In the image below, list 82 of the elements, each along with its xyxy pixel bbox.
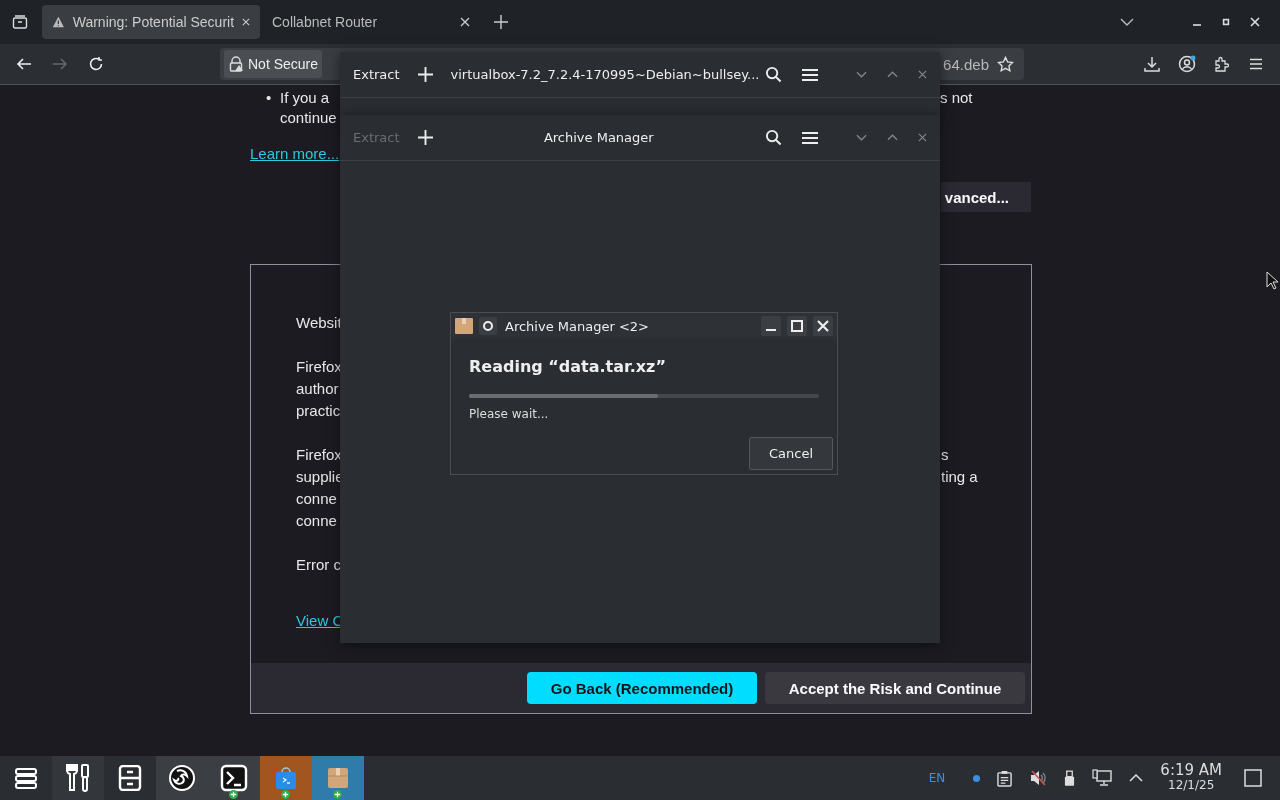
chevron-down-icon[interactable]: [1120, 18, 1134, 26]
browser-tab[interactable]: Collabnet Router: [262, 5, 480, 39]
menu-icon: [14, 766, 38, 790]
warning-icon: [52, 14, 65, 30]
maximize-icon[interactable]: [1222, 18, 1230, 26]
lock-warning-icon: [228, 56, 244, 72]
close-icon[interactable]: [242, 17, 250, 27]
package-icon: [455, 317, 473, 335]
chevron-down-icon[interactable]: [856, 71, 867, 78]
dialog-heading: Reading “data.tar.xz”: [469, 357, 667, 376]
accept-risk-button[interactable]: Accept the Risk and Continue: [765, 672, 1025, 704]
back-icon[interactable]: [16, 56, 32, 72]
body-text: s: [941, 445, 949, 463]
body-text: conne: [296, 489, 337, 507]
window-title: Archive Manager: [542, 130, 655, 145]
body-text: Firefox: [296, 445, 342, 463]
security-label: Not Secure: [248, 56, 319, 72]
status-text: Please wait...: [469, 407, 550, 421]
window-title: virtualbox-7.2_7.2.4-170995~Debian~bullsey...: [450, 67, 761, 82]
taskbar-app[interactable]: [208, 756, 260, 800]
minimize-icon[interactable]: [761, 316, 781, 336]
body-text: s not: [940, 88, 973, 106]
menu-icon[interactable]: [1248, 56, 1264, 72]
clipboard-icon[interactable]: [997, 769, 1013, 787]
plus-badge-icon: [333, 790, 342, 799]
tab-list-icon[interactable]: [12, 14, 28, 30]
advanced-button[interactable]: vanced...: [941, 182, 1031, 212]
mouse-pointer-icon: [1266, 271, 1278, 290]
close-icon[interactable]: [460, 17, 470, 27]
usb-drive-icon[interactable]: [1064, 769, 1076, 787]
body-text: Error c: [296, 555, 341, 573]
muted-speaker-icon[interactable]: [1029, 769, 1048, 787]
search-icon[interactable]: [765, 66, 782, 83]
package-icon: [325, 765, 351, 791]
body-text: Firefox: [296, 357, 342, 375]
body-text: conne: [296, 511, 337, 529]
shopping-bag-icon: [273, 765, 299, 791]
clock-time: 6:19 AM: [1160, 763, 1222, 778]
browser-tab[interactable]: Warning: Potential Securit: [42, 5, 260, 39]
body-text: Websit: [296, 313, 342, 331]
show-desktop-icon[interactable]: [1244, 769, 1262, 787]
taskbar-app[interactable]: [156, 756, 208, 800]
dialog-title: Archive Manager <2>: [505, 318, 649, 334]
tab-title: Collabnet Router: [272, 14, 379, 30]
chevron-down-icon[interactable]: [856, 134, 867, 141]
clock-date: 12/1/25: [1168, 778, 1215, 793]
plus-badge-icon: [229, 790, 238, 799]
network-icon[interactable]: [1092, 769, 1113, 787]
download-icon[interactable]: [1144, 56, 1160, 72]
puzzle-icon[interactable]: [1214, 56, 1230, 72]
keyboard-layout[interactable]: EN: [928, 771, 946, 785]
security-indicator[interactable]: Not Secure: [224, 50, 323, 78]
body-text: continue: [280, 108, 337, 126]
body-text: practic: [296, 401, 341, 419]
clock[interactable]: 6:19 AM 12/1/25: [1160, 763, 1222, 793]
reload-icon[interactable]: [88, 56, 104, 72]
menu-icon[interactable]: [802, 130, 818, 145]
close-icon[interactable]: [813, 316, 833, 336]
tab-title: Warning: Potential Securit: [72, 14, 235, 30]
account-icon[interactable]: [1178, 55, 1196, 73]
add-icon[interactable]: [417, 130, 433, 145]
cancel-button[interactable]: Cancel: [749, 437, 833, 470]
learn-more-link[interactable]: Learn more...: [250, 145, 340, 162]
status-dot-icon[interactable]: [973, 774, 981, 782]
menu-icon[interactable]: [802, 67, 818, 82]
body-text: ting a: [941, 467, 978, 485]
bullet-mark: •: [265, 88, 273, 106]
cabinet-icon: [118, 765, 142, 791]
extract-button[interactable]: Extract: [353, 67, 400, 82]
taskbar-app[interactable]: [52, 756, 104, 800]
url-text: 64.deb: [943, 55, 989, 73]
maximize-icon[interactable]: [787, 316, 807, 336]
terminal-icon: [220, 764, 248, 792]
star-icon[interactable]: [997, 55, 1014, 73]
body-text: author: [296, 379, 339, 397]
plus-badge-icon: [281, 790, 290, 799]
tools-icon: [64, 763, 92, 793]
search-icon[interactable]: [765, 129, 782, 146]
add-icon[interactable]: [417, 67, 433, 82]
body-text: If you a: [280, 88, 330, 106]
new-tab-icon[interactable]: [494, 15, 508, 29]
go-back-button[interactable]: Go Back (Recommended): [527, 672, 757, 704]
